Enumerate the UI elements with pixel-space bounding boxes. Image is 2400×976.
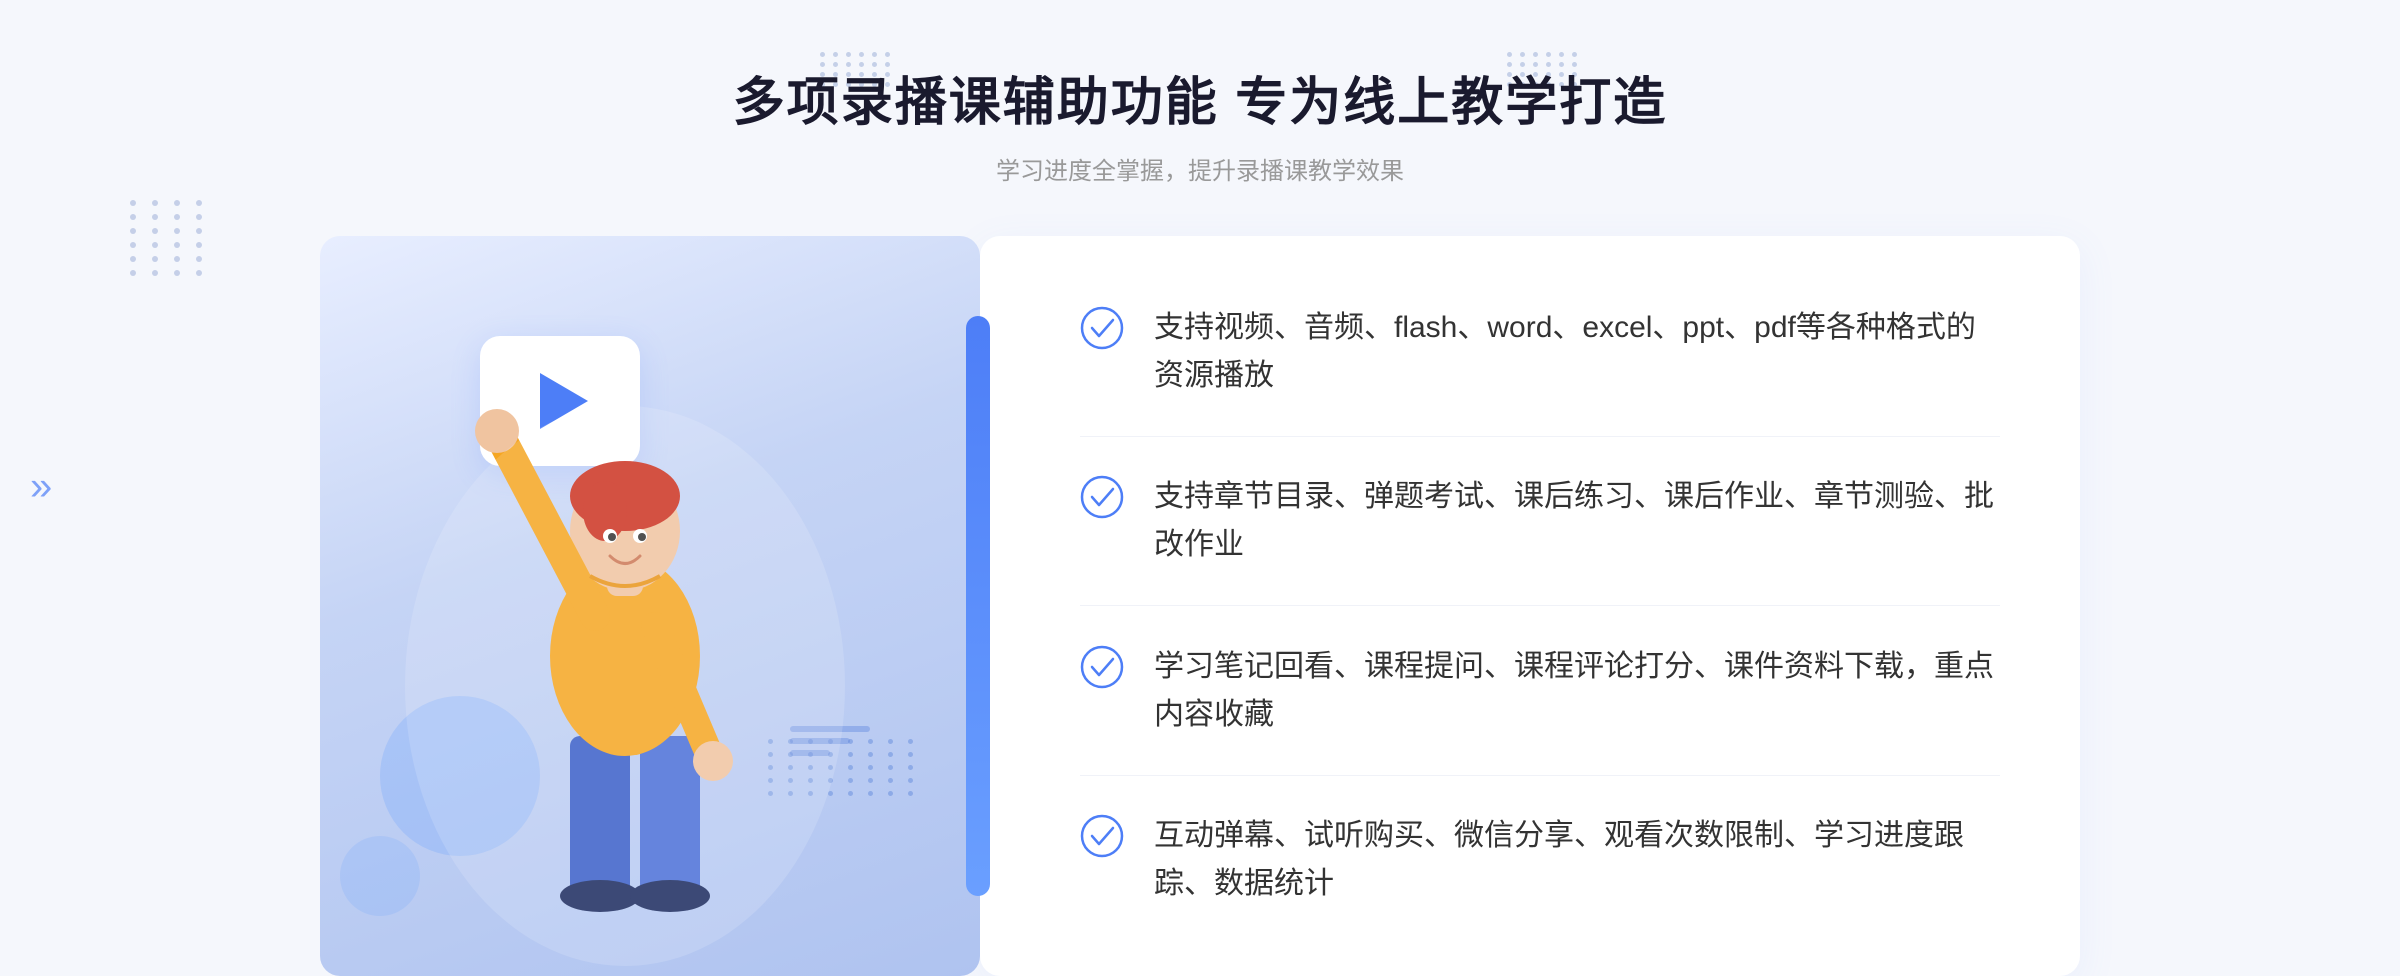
divider-3 [1080,775,2000,776]
feature-item-1: 支持视频、音频、flash、word、excel、ppt、pdf等各种格式的资源… [1080,304,2000,400]
person-illustration [400,336,860,976]
illustration-card [320,236,980,976]
feature-text-3: 学习笔记回看、课程提问、课程评论打分、课件资料下载，重点内容收藏 [1154,643,2000,739]
feature-item-4: 互动弹幕、试听购买、微信分享、观看次数限制、学习进度跟踪、数据统计 [1080,812,2000,908]
feature-text-1: 支持视频、音频、flash、word、excel、ppt、pdf等各种格式的资源… [1154,304,2000,400]
check-icon-2 [1080,475,1124,519]
feature-text-4: 互动弹幕、试听购买、微信分享、观看次数限制、学习进度跟踪、数据统计 [1154,812,2000,908]
feature-text-2: 支持章节目录、弹题考试、课后练习、课后作业、章节测验、批改作业 [1154,473,2000,569]
page-title: 多项录播课辅助功能 专为线上教学打造 [733,60,1667,135]
check-icon-1 [1080,306,1124,350]
feature-item-2: 支持章节目录、弹题考试、课后练习、课后作业、章节测验、批改作业 [1080,473,2000,569]
header-section: 多项录播课辅助功能 专为线上教学打造 学习进度全掌握，提升录播课教学效果 [733,60,1667,186]
check-icon-4 [1080,814,1124,858]
chevron-right-icon: » [30,465,52,510]
outer-dots-left [130,200,210,276]
accent-bar [966,316,990,896]
page-subtitle: 学习进度全掌握，提升录播课教学效果 [733,151,1667,186]
divider-2 [1080,605,2000,606]
features-card: 支持视频、音频、flash、word、excel、ppt、pdf等各种格式的资源… [980,236,2080,976]
divider-1 [1080,436,2000,437]
page-container: 多项录播课辅助功能 专为线上教学打造 学习进度全掌握，提升录播课教学效果 [0,0,2400,974]
feature-item-3: 学习笔记回看、课程提问、课程评论打分、课件资料下载，重点内容收藏 [1080,643,2000,739]
left-arrows-decoration: » [30,465,52,510]
check-icon-3 [1080,645,1124,689]
content-area: 支持视频、音频、flash、word、excel、ppt、pdf等各种格式的资源… [320,236,2080,976]
